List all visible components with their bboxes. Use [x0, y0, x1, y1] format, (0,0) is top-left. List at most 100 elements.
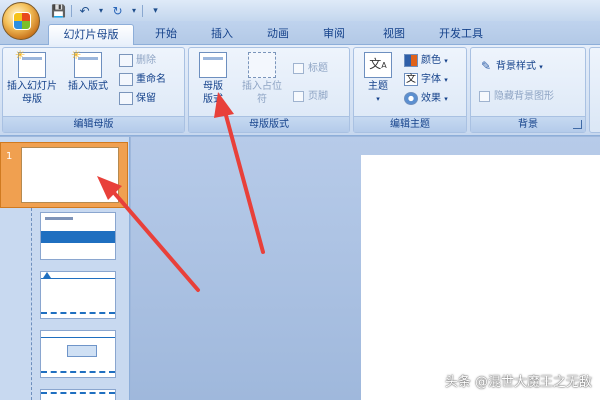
save-icon[interactable]: 💾	[50, 3, 67, 19]
office-logo-icon	[13, 12, 31, 30]
effects-dropdown-icon: ▾	[444, 95, 448, 103]
new-star-icon: ✳	[15, 48, 26, 62]
background-styles-icon: ✎	[480, 58, 492, 73]
ribbon-tabs: 幻灯片母版 开始 插入 动画 审阅 视图 开发工具	[0, 21, 600, 45]
tab-view[interactable]: 视图	[370, 24, 418, 45]
thumbnail-number: 1	[6, 151, 13, 162]
dialog-launcher-icon[interactable]	[573, 120, 582, 129]
layout-tree-line	[31, 208, 32, 400]
quick-access-toolbar: 💾 ↶ ▾ ↻ ▾ ▾	[50, 2, 164, 19]
master-layout-button[interactable]: 母版版式	[193, 52, 233, 106]
thumbnail-pane[interactable]: 1	[0, 137, 130, 400]
themes-icon: 文A	[364, 52, 392, 78]
preserve-icon	[119, 91, 133, 105]
group-label-edit-master: 编辑母版	[3, 116, 184, 132]
insert-slide-master-button[interactable]: ✳ 插入幻灯片母版	[5, 48, 59, 106]
rename-button[interactable]: 重命名	[119, 71, 166, 89]
qat-separator	[71, 4, 72, 17]
layout-thumbnail-rule	[41, 337, 115, 338]
themes-dropdown-icon: ▾	[376, 95, 380, 103]
fonts-button[interactable]: 文字体 ▾	[404, 71, 448, 89]
group-edit-master: ✳ 插入幻灯片母版 ✳ 插入版式 删除 重命名 保留 编辑母版	[2, 47, 185, 133]
insert-placeholder-label: 插入占位符	[242, 81, 282, 105]
office-button[interactable]	[2, 2, 40, 40]
hide-background-checkbox[interactable]: 隐藏背景图形	[479, 88, 554, 106]
colors-button[interactable]: 颜色 ▾	[404, 52, 448, 70]
delete-icon	[119, 53, 133, 67]
tab-home[interactable]: 开始	[142, 24, 190, 45]
fonts-icon: 文	[404, 72, 418, 86]
group-edit-theme: 文A 主题 ▾ 颜色 ▾ 文字体 ▾ 效果 ▾ 编辑主题	[353, 47, 467, 133]
customize-qat-icon[interactable]: ▾	[147, 3, 164, 19]
title-checkbox-label: 标题	[308, 63, 328, 74]
background-styles-dropdown-icon: ▾	[539, 63, 543, 71]
layout-thumbnail[interactable]	[40, 271, 116, 319]
group-background: ✎ 背景样式 ▾ 隐藏背景图形 背景	[470, 47, 586, 133]
layout-thumbnail[interactable]	[40, 212, 116, 260]
colors-dropdown-icon: ▾	[444, 57, 448, 65]
group-label-background: 背景	[471, 116, 585, 132]
insert-placeholder-button[interactable]: 插入占位符	[237, 52, 287, 106]
tab-animations[interactable]: 动画	[254, 24, 302, 45]
hide-background-label: 隐藏背景图形	[494, 91, 554, 102]
themes-button[interactable]: 文A 主题 ▾	[358, 52, 398, 106]
layout-thumbnail[interactable]	[40, 330, 116, 378]
insert-slide-master-icon: ✳	[15, 48, 46, 78]
delete-label: 删除	[136, 55, 156, 66]
layout-thumbnail-title-bar	[45, 217, 73, 220]
insert-slide-master-label: 插入幻灯片母版	[7, 81, 57, 105]
tab-developer[interactable]: 开发工具	[428, 24, 494, 45]
title-checkbox[interactable]: 标题	[293, 60, 328, 78]
master-layout-label: 母版版式	[203, 81, 223, 105]
group-label-master-layout: 母版版式	[189, 116, 349, 132]
rename-label: 重命名	[136, 74, 166, 85]
insert-placeholder-icon	[248, 52, 276, 78]
redo-dropdown-icon[interactable]: ▾	[130, 3, 138, 19]
redo-icon[interactable]: ↻	[109, 3, 126, 19]
group-label-edit-theme: 编辑主题	[354, 116, 466, 132]
undo-dropdown-icon[interactable]: ▾	[97, 3, 105, 19]
layout-thumbnail-wave	[41, 371, 115, 373]
master-layout-icon	[199, 52, 227, 78]
slide-master-thumbnail[interactable]: 1	[0, 142, 128, 208]
fonts-dropdown-icon: ▾	[444, 76, 448, 84]
tab-review[interactable]: 审阅	[310, 24, 358, 45]
colors-label: 颜色	[421, 55, 441, 66]
layout-thumbnail-wave	[41, 392, 115, 394]
layout-thumbnail-band	[41, 231, 115, 243]
watermark: 头条 @混世大魔王之无敌	[444, 375, 592, 390]
qat-separator	[142, 4, 143, 17]
background-styles-button[interactable]: ✎ 背景样式 ▾	[479, 58, 543, 76]
slide-canvas[interactable]	[361, 155, 600, 400]
insert-layout-button[interactable]: ✳ 插入版式	[61, 48, 115, 93]
fonts-label: 字体	[421, 74, 441, 85]
footer-checkbox-label: 页脚	[308, 91, 328, 102]
effects-label: 效果	[421, 93, 441, 104]
layout-thumbnail[interactable]	[40, 389, 116, 400]
slide-editing-area[interactable]	[131, 137, 600, 400]
layout-thumbnail-shape	[67, 345, 97, 357]
rename-icon	[119, 72, 133, 86]
preserve-button[interactable]: 保留	[119, 90, 156, 108]
footer-checkbox[interactable]: 页脚	[293, 88, 328, 106]
new-star-icon: ✳	[71, 48, 82, 62]
group-page-setup-partial	[589, 47, 600, 133]
layout-thumbnail-rule	[41, 278, 115, 279]
delete-button[interactable]: 删除	[119, 52, 156, 70]
insert-layout-label: 插入版式	[68, 81, 108, 92]
colors-icon	[404, 53, 418, 67]
hide-background-checkbox-box[interactable]	[479, 90, 490, 102]
preserve-label: 保留	[136, 93, 156, 104]
tab-slide-master[interactable]: 幻灯片母版	[48, 24, 134, 45]
undo-icon[interactable]: ↶	[76, 3, 93, 19]
effects-button[interactable]: 效果 ▾	[404, 90, 448, 108]
ribbon: ✳ 插入幻灯片母版 ✳ 插入版式 删除 重命名 保留 编辑母版 母版版式 插入占…	[0, 45, 600, 136]
themes-label: 主题	[368, 81, 388, 92]
footer-checkbox-box[interactable]	[293, 90, 304, 102]
title-checkbox-box[interactable]	[293, 62, 304, 74]
effects-icon	[404, 91, 418, 105]
tab-insert[interactable]: 插入	[198, 24, 246, 45]
group-master-layout: 母版版式 插入占位符 标题 页脚 母版版式	[188, 47, 350, 133]
insert-layout-icon: ✳	[71, 48, 102, 78]
layout-thumbnail-wave	[41, 312, 115, 314]
